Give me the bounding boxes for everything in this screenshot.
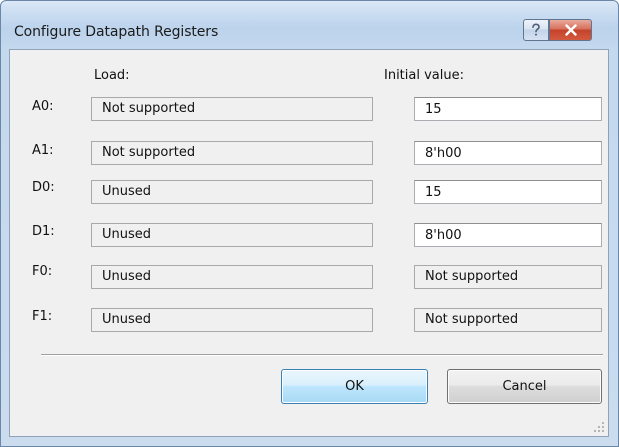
load-field-f1: Unused	[91, 308, 373, 332]
initial-value-input-d1[interactable]	[414, 223, 602, 247]
load-field-a1: Not supported	[91, 141, 373, 165]
register-label-d0: D0:	[32, 180, 55, 195]
separator-line	[41, 354, 603, 356]
register-label-f1: F1:	[32, 309, 53, 324]
title-bar[interactable]: Configure Datapath Registers	[1, 1, 618, 49]
register-label-a0: A0:	[32, 99, 54, 114]
load-field-d1: Unused	[91, 223, 373, 247]
close-x-icon	[564, 24, 577, 36]
initial-value-field-f0: Not supported	[414, 265, 602, 289]
cancel-button[interactable]: Cancel	[447, 369, 602, 404]
ok-button[interactable]: OK	[281, 369, 428, 404]
register-label-f0: F0:	[32, 264, 53, 279]
load-column-header: Load:	[94, 68, 130, 83]
dialog-title: Configure Datapath Registers	[14, 24, 219, 40]
dialog-window: Configure Datapath Registers Load: Initi…	[0, 0, 619, 447]
dialog-body: Load: Initial value: A0: Not supported A…	[9, 49, 609, 437]
initial-value-field-f1: Not supported	[414, 308, 602, 332]
load-field-f0: Unused	[91, 265, 373, 289]
resize-grip-icon[interactable]	[593, 421, 605, 433]
register-label-a1: A1:	[32, 143, 54, 158]
load-field-a0: Not supported	[91, 97, 373, 121]
register-label-d1: D1:	[32, 224, 55, 239]
close-button[interactable]	[549, 19, 592, 41]
help-question-icon	[532, 23, 540, 36]
help-button[interactable]	[523, 19, 549, 41]
load-field-d0: Unused	[91, 180, 373, 204]
initial-value-input-a0[interactable]	[414, 97, 602, 121]
initial-value-input-a1[interactable]	[414, 141, 602, 165]
initial-value-column-header: Initial value:	[384, 68, 464, 83]
initial-value-input-d0[interactable]	[414, 180, 602, 204]
